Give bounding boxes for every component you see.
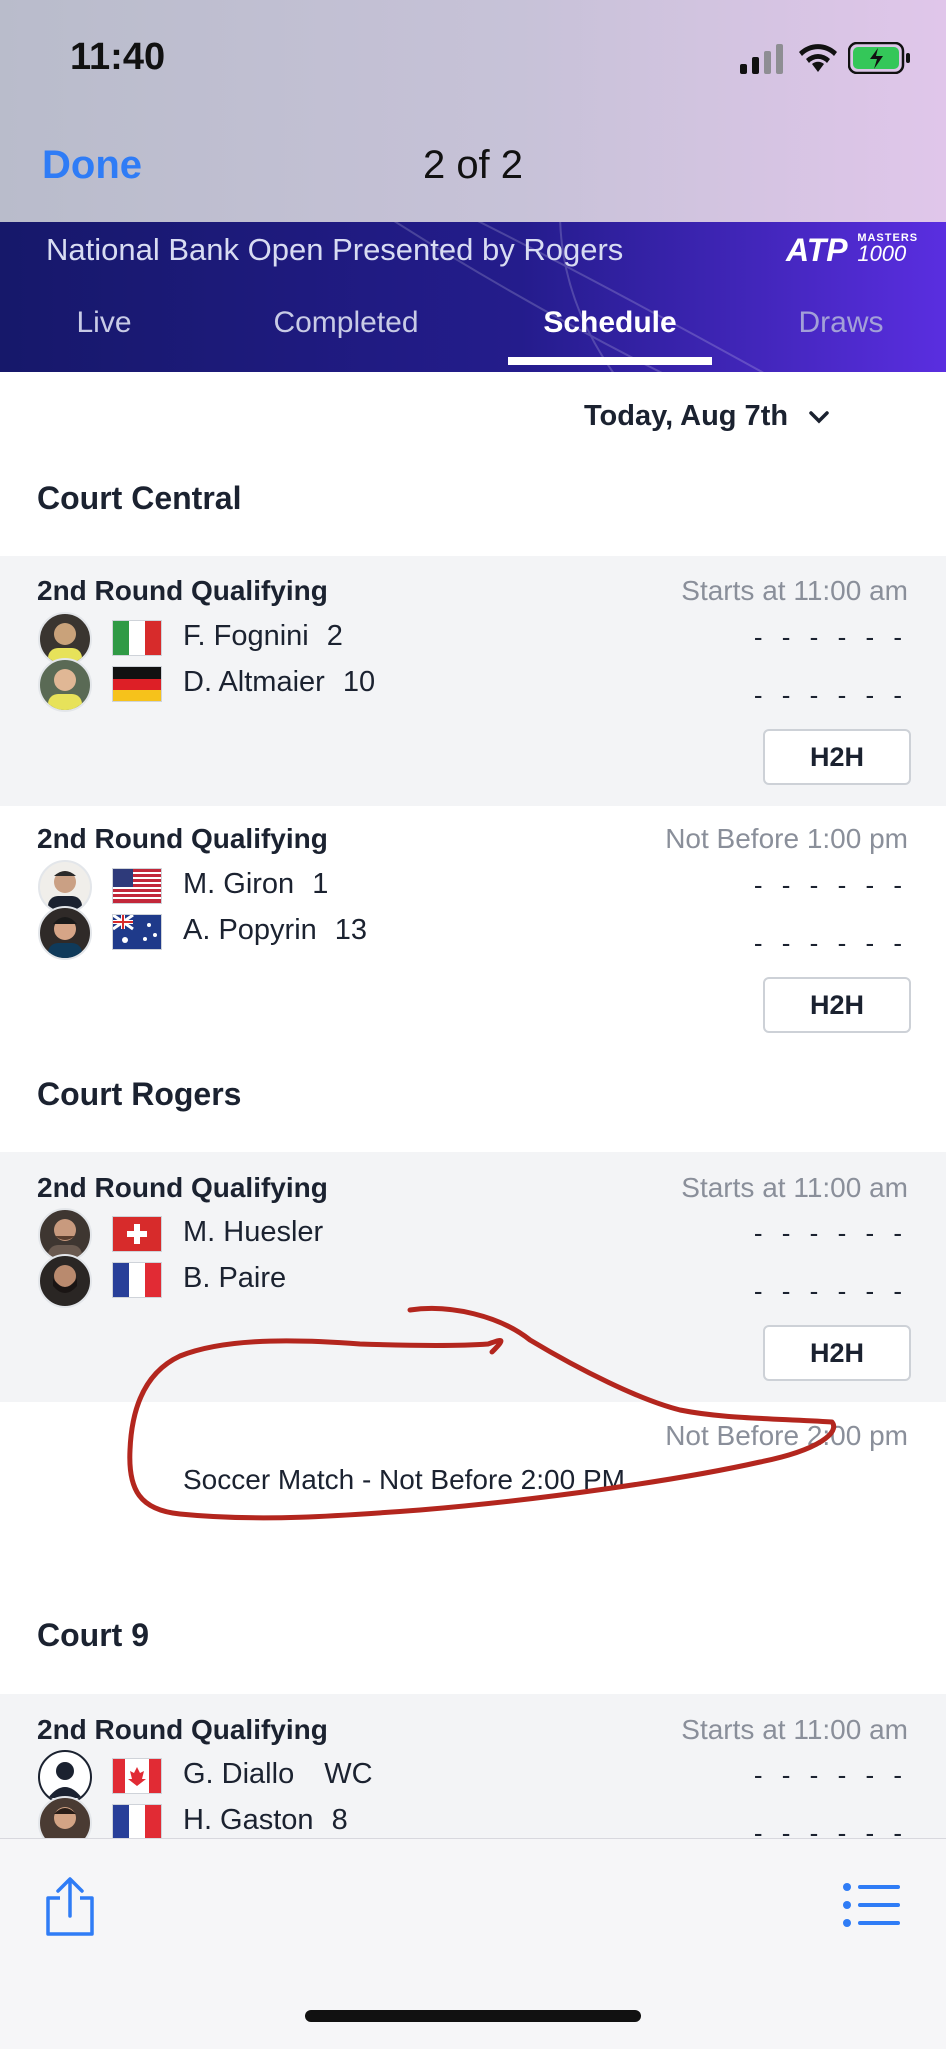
match-time: Not Before 1:00 pm: [665, 823, 908, 854]
match-time: Starts at 11:00 am: [681, 1172, 908, 1203]
h2h-button[interactable]: H2H: [763, 977, 911, 1033]
hand-drawn-annotation: [127, 1305, 837, 1521]
status-time: 11:40: [70, 36, 166, 78]
player-name[interactable]: H. Gaston 8: [183, 1804, 348, 1837]
tab-schedule[interactable]: Schedule: [508, 306, 712, 340]
player-name[interactable]: B. Paire: [183, 1262, 286, 1295]
tab-completed[interactable]: Completed: [254, 306, 438, 340]
player-name[interactable]: M. Huesler: [183, 1216, 323, 1249]
match-round: 2nd Round Qualifying: [37, 1714, 328, 1745]
player-avatar: [38, 658, 92, 712]
flag-germany-icon: [112, 666, 162, 702]
player-avatar: [38, 1254, 92, 1308]
player-name[interactable]: F. Fognini 2: [183, 620, 343, 653]
score: - - - - - -: [753, 928, 908, 958]
flag-usa-icon: [112, 868, 162, 904]
player-name[interactable]: D. Altmaier 10: [183, 666, 375, 699]
chevron-down-icon[interactable]: [808, 406, 830, 428]
score: - - - - - -: [753, 870, 908, 900]
court-header: Court Central: [37, 480, 242, 516]
player-name[interactable]: A. Popyrin 13: [183, 914, 367, 947]
share-icon[interactable]: [42, 1876, 98, 1938]
score: - - - - - -: [753, 680, 908, 710]
flag-france-icon: [112, 1804, 162, 1840]
match-round: 2nd Round Qualifying: [37, 1172, 328, 1203]
score: - - - - - -: [753, 1218, 908, 1248]
date-selector[interactable]: Today, Aug 7th: [584, 400, 788, 433]
atp-logo: ATP MASTERS 1000: [786, 232, 919, 268]
flag-canada-icon: [112, 1758, 162, 1794]
flag-australia-icon: [112, 914, 162, 950]
tab-live[interactable]: Live: [46, 306, 162, 340]
player-name[interactable]: M. Giron 1: [183, 868, 328, 901]
list-icon[interactable]: [842, 1882, 902, 1928]
page-counter: 2 of 2: [422, 143, 524, 187]
score: - - - - - -: [753, 1760, 908, 1790]
court-header: Court Rogers: [37, 1076, 242, 1112]
match-round: 2nd Round Qualifying: [37, 575, 328, 606]
flag-italy-icon: [112, 620, 162, 656]
tab-draws[interactable]: Draws: [776, 306, 906, 340]
battery-icon: [848, 42, 910, 74]
home-indicator[interactable]: [305, 2010, 641, 2022]
wifi-icon: [799, 44, 837, 72]
match-round: 2nd Round Qualifying: [37, 823, 328, 854]
signal-icon: [740, 44, 783, 74]
flag-switzerland-icon: [112, 1216, 162, 1252]
score: - - - - - -: [753, 622, 908, 652]
top-bar: [0, 0, 946, 222]
player-name[interactable]: G. Diallo WC: [183, 1758, 373, 1791]
h2h-button[interactable]: H2H: [763, 729, 911, 785]
player-avatar: [38, 906, 92, 960]
flag-france-icon: [112, 1262, 162, 1298]
tournament-title: National Bank Open Presented by Rogers: [46, 232, 624, 267]
match-time: Starts at 11:00 am: [681, 1714, 908, 1745]
match-time: Starts at 11:00 am: [681, 575, 908, 606]
court-header: Court 9: [37, 1617, 149, 1653]
active-tab-indicator: [508, 357, 712, 365]
